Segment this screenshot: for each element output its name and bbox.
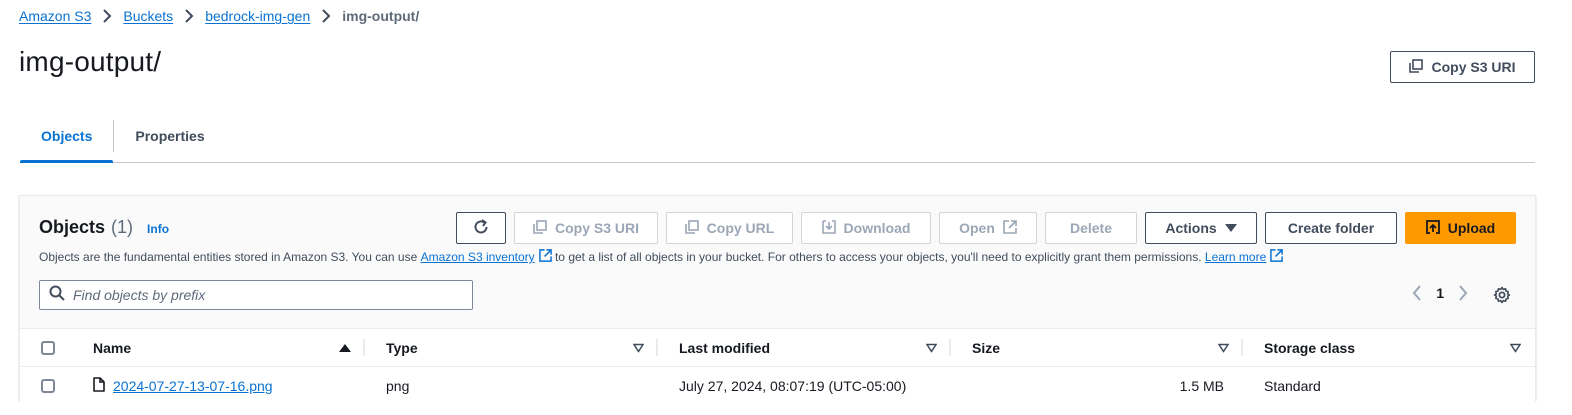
upload-button[interactable]: Upload — [1405, 212, 1516, 244]
search-box — [39, 280, 473, 310]
objects-panel: Objects (1) Info Copy S3 URI Copy URL Do… — [19, 195, 1536, 404]
sort-icon[interactable] — [926, 343, 937, 352]
description-text-middle: to get a list of all objects in your buc… — [551, 250, 1205, 264]
actions-label: Actions — [1165, 220, 1217, 236]
open-label: Open — [959, 220, 995, 236]
tab-objects[interactable]: Objects — [20, 110, 114, 163]
page-number[interactable]: 1 — [1436, 285, 1444, 301]
column-name-label: Name — [93, 339, 132, 356]
refresh-icon — [472, 218, 490, 239]
pagination: 1 — [1412, 285, 1468, 301]
row-checkbox[interactable] — [40, 378, 55, 393]
download-icon — [821, 219, 836, 237]
column-type-label: Type — [386, 339, 418, 356]
sort-icon[interactable] — [1218, 343, 1229, 352]
objects-panel-header: Objects (1) Info Copy S3 URI Copy URL Do… — [20, 196, 1535, 328]
row-name-cell: 2024-07-27-13-07-16.png — [75, 367, 365, 404]
s3-inventory-link[interactable]: Amazon S3 inventory — [421, 249, 552, 265]
chevron-left-icon[interactable] — [1412, 285, 1422, 301]
gear-icon[interactable] — [1493, 286, 1511, 304]
s3-inventory-label: Amazon S3 inventory — [420, 250, 535, 264]
copy-s3-uri-label: Copy S3 URI — [555, 220, 640, 236]
copy-s3-uri-disabled-button[interactable]: Copy S3 URI — [514, 212, 658, 244]
copy-url-button[interactable]: Copy URL — [666, 212, 793, 244]
objects-title: Objects — [39, 217, 106, 237]
row-select-cell — [20, 367, 75, 404]
file-icon — [93, 376, 105, 395]
sort-icon[interactable] — [1510, 343, 1521, 352]
column-header-last-modified[interactable]: Last modified — [658, 329, 951, 366]
download-button[interactable]: Download — [801, 212, 931, 244]
copy-icon — [684, 219, 699, 237]
open-button[interactable]: Open — [939, 212, 1037, 244]
copy-s3-uri-button[interactable]: Copy S3 URI — [1390, 51, 1535, 83]
download-label: Download — [843, 220, 911, 236]
objects-count: (1) — [111, 217, 134, 237]
page-title: img-output/ — [19, 46, 162, 77]
column-header-name[interactable]: Name — [75, 329, 365, 366]
row-storage-class-cell: Standard — [1264, 377, 1321, 394]
upload-icon — [1425, 219, 1440, 237]
learn-more-label: Learn more — [1204, 250, 1267, 264]
table-row: 2024-07-27-13-07-16.png png July 27, 202… — [20, 366, 1535, 404]
chevron-right-icon[interactable] — [1458, 285, 1468, 301]
description-text-start: Objects are the fundamental entities sto… — [39, 250, 421, 264]
search-input[interactable] — [73, 287, 453, 303]
column-header-storage-class[interactable]: Storage class — [1243, 329, 1535, 366]
objects-table: Name Type Last modified Size Storage cla… — [20, 328, 1535, 404]
row-size-cell: 1.5 MB — [1179, 377, 1224, 394]
breadcrumb-current: img-output/ — [342, 8, 420, 24]
create-folder-button[interactable]: Create folder — [1265, 212, 1397, 244]
search-icon — [49, 285, 65, 306]
breadcrumb-buckets[interactable]: Buckets — [123, 8, 173, 24]
table-header-row: Name Type Last modified Size Storage cla… — [20, 328, 1535, 366]
objects-description: Objects are the fundamental entities sto… — [39, 249, 1284, 265]
copy-url-label: Copy URL — [706, 220, 775, 236]
sort-ascending-icon[interactable] — [339, 343, 351, 353]
chevron-right-icon — [173, 9, 205, 23]
tab-bar: Objects Properties — [20, 110, 1535, 163]
column-last-modified-label: Last modified — [679, 339, 771, 356]
refresh-button[interactable] — [456, 212, 506, 244]
tab-properties[interactable]: Properties — [114, 110, 225, 162]
copy-icon — [1409, 58, 1424, 76]
caret-down-icon — [1224, 220, 1237, 236]
external-link-icon — [1270, 249, 1284, 265]
select-all-cell — [20, 329, 75, 366]
column-size-label: Size — [972, 339, 1001, 356]
object-name-link[interactable]: 2024-07-27-13-07-16.png — [113, 378, 273, 394]
upload-label: Upload — [1447, 220, 1496, 236]
delete-button[interactable]: Delete — [1045, 212, 1137, 244]
copy-s3-uri-label: Copy S3 URI — [1431, 59, 1516, 75]
breadcrumb-bucket[interactable]: bedrock-img-gen — [205, 8, 310, 24]
column-header-size[interactable]: Size — [951, 329, 1243, 366]
select-all-checkbox[interactable] — [40, 340, 55, 355]
breadcrumb-amazon-s3[interactable]: Amazon S3 — [19, 8, 91, 24]
column-header-type[interactable]: Type — [365, 329, 658, 366]
chevron-right-icon — [91, 9, 123, 23]
learn-more-link[interactable]: Learn more — [1204, 249, 1284, 265]
copy-icon — [533, 219, 547, 237]
actions-dropdown-button[interactable]: Actions — [1145, 212, 1257, 244]
column-storage-class-label: Storage class — [1264, 339, 1356, 356]
objects-heading: Objects (1) Info — [39, 217, 169, 238]
row-last-modified-cell: July 27, 2024, 08:07:19 (UTC-05:00) — [679, 377, 907, 394]
breadcrumb: Amazon S3 Buckets bedrock-img-gen img-ou… — [19, 8, 419, 24]
chevron-right-icon — [310, 9, 342, 23]
objects-toolbar: Copy S3 URI Copy URL Download Open Delet… — [456, 212, 1516, 244]
external-link-icon — [538, 249, 552, 265]
sort-icon[interactable] — [633, 343, 644, 352]
external-link-icon — [1003, 219, 1017, 237]
info-link[interactable]: Info — [147, 222, 169, 236]
row-type-cell: png — [386, 377, 410, 394]
